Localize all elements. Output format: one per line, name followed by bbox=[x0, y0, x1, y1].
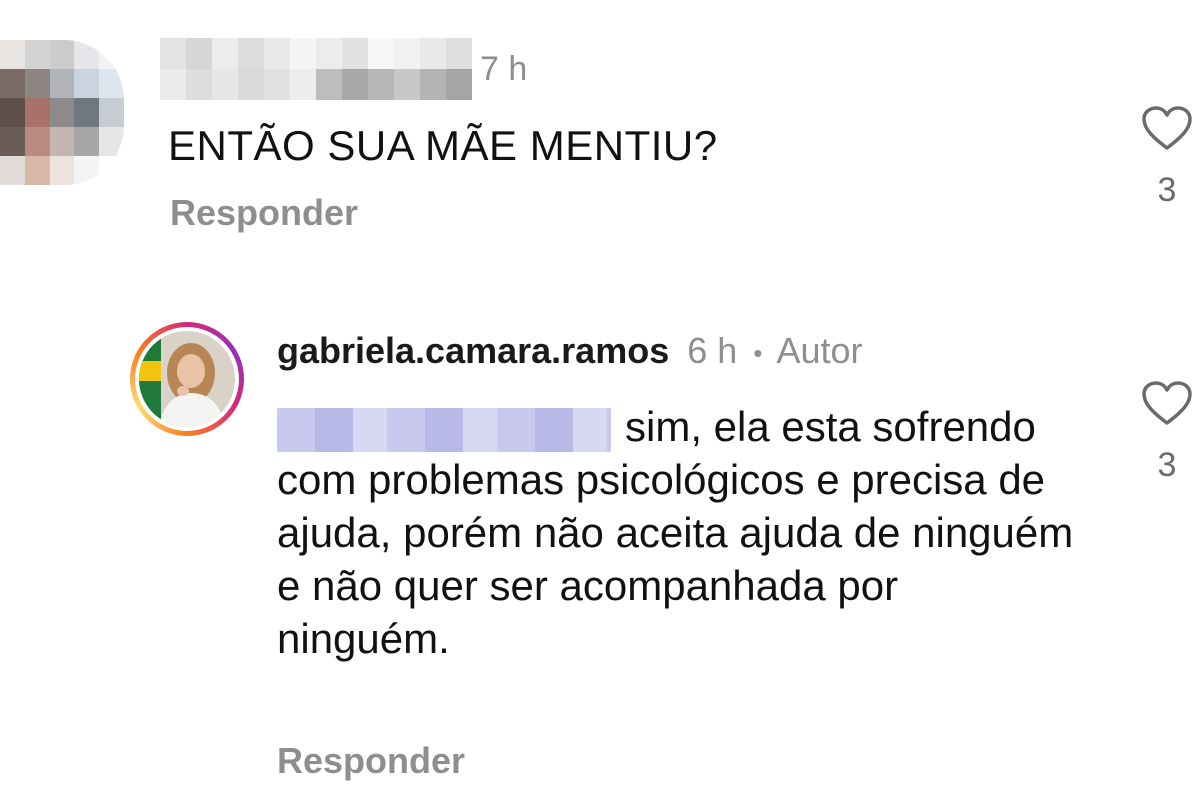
reply-button[interactable]: Responder bbox=[170, 192, 358, 234]
separator-dot: • bbox=[753, 337, 763, 368]
like-control: 3 bbox=[1140, 105, 1194, 210]
comment-time: 7 h bbox=[480, 50, 528, 88]
comment-time: 6 h bbox=[687, 330, 738, 371]
comment-text: ENTÃO SUA MÃE MENTIU? bbox=[168, 122, 718, 169]
comment-1: 7 h ENTÃO SUA MÃE MENTIU? Responder 3 bbox=[0, 0, 1200, 270]
username-link[interactable]: gabriela.camara.ramos bbox=[277, 330, 669, 371]
avatar[interactable] bbox=[130, 322, 244, 436]
heart-outline-icon[interactable] bbox=[1141, 380, 1193, 426]
heart-outline-icon[interactable] bbox=[1141, 105, 1193, 151]
blurred-username[interactable] bbox=[160, 38, 472, 100]
blurred-avatar[interactable] bbox=[0, 40, 124, 185]
blurred-mention[interactable] bbox=[277, 407, 611, 452]
reply-button[interactable]: Responder bbox=[277, 740, 465, 782]
like-control: 3 bbox=[1140, 380, 1194, 485]
author-badge: Autor bbox=[776, 330, 863, 371]
like-count: 3 bbox=[1157, 171, 1177, 209]
profile-photo bbox=[139, 331, 235, 427]
comment-header: gabriela.camara.ramos 6 h • Autor bbox=[277, 330, 862, 372]
comment-2: gabriela.camara.ramos 6 h • Autor sim, e… bbox=[0, 300, 1200, 800]
comment-body: sim, ela esta sofrendo com problemas psi… bbox=[277, 400, 1077, 665]
like-count: 3 bbox=[1157, 446, 1177, 484]
